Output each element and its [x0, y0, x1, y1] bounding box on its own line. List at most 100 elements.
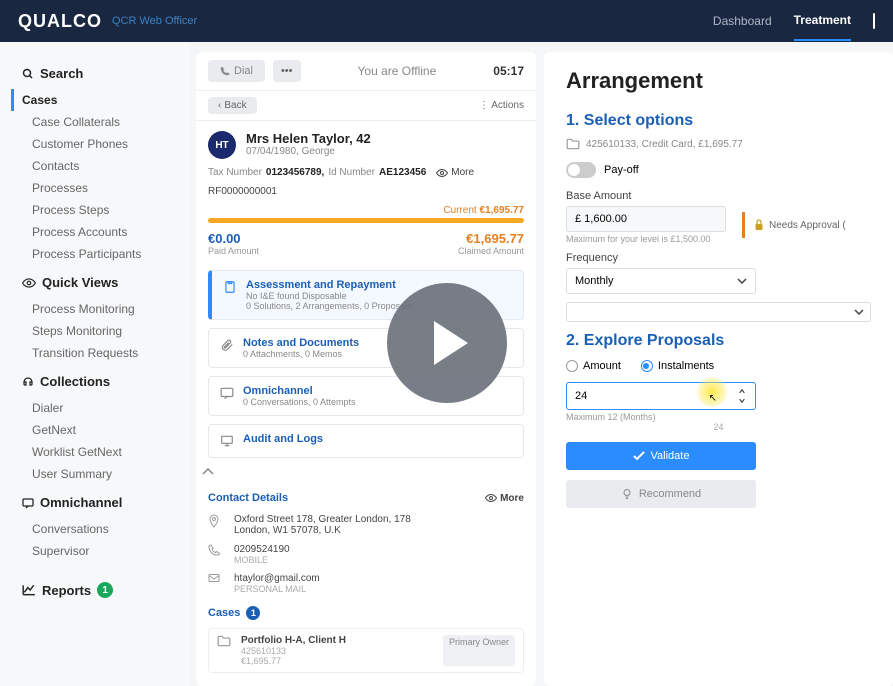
case-amount: €1,695.77	[241, 656, 346, 666]
tax-value: 0123456789,	[266, 167, 324, 178]
frequency-select[interactable]: Monthly	[566, 268, 756, 294]
nav-dashboard[interactable]: Dashboard	[713, 14, 772, 40]
search-head: Search	[22, 66, 180, 81]
phone-icon	[220, 66, 230, 76]
arrangement-panel: Arrangement 1. Select options 425610133,…	[544, 52, 893, 686]
video-play-overlay[interactable]	[387, 283, 507, 403]
dial-button[interactable]: Dial	[208, 60, 265, 82]
base-amount-hint: Maximum for your level is £1,500.00	[566, 234, 726, 244]
folder-icon	[217, 635, 233, 666]
radio-amount[interactable]: Amount	[566, 360, 621, 372]
more-menu-button[interactable]: •••	[273, 60, 301, 82]
brand-logo: QUALCO	[18, 11, 102, 32]
radio-instalments[interactable]: Instalments	[641, 360, 714, 372]
email-address: htaylor@gmail.com	[234, 573, 320, 584]
nav-treatment[interactable]: Treatment	[794, 13, 851, 41]
step2-title: 2. Explore Proposals	[566, 332, 871, 350]
sidebar-item-collaterals[interactable]: Case Collaterals	[22, 111, 180, 133]
chevron-down-icon	[854, 309, 864, 315]
eye-icon	[22, 278, 36, 288]
panel-title: Arrangement	[566, 68, 871, 94]
chevron-up-icon	[202, 468, 214, 476]
address-line1: Oxford Street 178, Greater London, 178	[234, 514, 411, 525]
eye-icon	[436, 169, 448, 177]
sidebar-item-steps-monitoring[interactable]: Steps Monitoring	[22, 320, 180, 342]
sidebar-item-worklist-getnext[interactable]: Worklist GetNext	[22, 441, 180, 463]
tax-label: Tax Number	[208, 167, 262, 178]
sidebar-item-dialer[interactable]: Dialer	[22, 397, 180, 419]
paperclip-icon	[219, 337, 235, 353]
sidebar-item-getnext[interactable]: GetNext	[22, 419, 180, 441]
lock-icon	[753, 218, 765, 232]
bulb-icon	[621, 488, 633, 500]
avatar: HT	[208, 131, 236, 159]
headset-icon	[22, 376, 34, 388]
sidebar-item-transition-requests[interactable]: Transition Requests	[22, 342, 180, 364]
cases-count-badge: 1	[246, 606, 260, 620]
more-button[interactable]: More	[436, 167, 474, 178]
top-nav: Dashboard Treatment	[713, 13, 875, 29]
sidebar-item-process-steps[interactable]: Process Steps	[22, 199, 180, 221]
sidebar-item-contacts[interactable]: Contacts	[22, 155, 180, 177]
instalments-input[interactable]: 24 ↖	[566, 382, 756, 410]
step1-title: 1. Select options	[566, 112, 871, 130]
contact-details-head: Contact Details	[208, 492, 288, 504]
customer-dob: 07/04/1980, George	[246, 146, 371, 157]
sidebar-item-phones[interactable]: Customer Phones	[22, 133, 180, 155]
top-bar: QUALCO QCR Web Officer Dashboard Treatme…	[0, 0, 893, 42]
sidebar-item-process-monitoring[interactable]: Process Monitoring	[22, 298, 180, 320]
chat-icon	[22, 497, 34, 509]
id-value: AE123456	[379, 167, 426, 178]
base-amount-input[interactable]	[566, 206, 726, 232]
collapse-toggle[interactable]	[196, 462, 536, 482]
claimed-amount: €1,695.77	[458, 231, 524, 246]
mail-icon	[208, 573, 224, 583]
base-amount-label: Base Amount	[566, 190, 871, 202]
reports-badge: 1	[97, 582, 113, 598]
case-role-tag: Primary Owner	[443, 635, 515, 666]
stepper-icon[interactable]	[737, 389, 747, 403]
cases-head: Cases	[208, 607, 240, 619]
sidebar-item-cases[interactable]: Cases	[11, 89, 180, 111]
sidebar: Search Cases Case Collaterals Customer P…	[0, 42, 190, 686]
case-row[interactable]: Portfolio H-A, Client H 425610133 €1,695…	[208, 628, 524, 673]
monitor-icon	[219, 433, 235, 449]
expand-section[interactable]	[566, 302, 871, 322]
collections-head: Collections	[22, 374, 180, 389]
frequency-label: Frequency	[566, 252, 871, 264]
status-offline: You are Offline	[309, 64, 486, 78]
actions-menu[interactable]: ⋮ Actions	[479, 100, 524, 111]
search-icon	[22, 68, 34, 80]
id-label: Id Number	[328, 167, 375, 178]
sidebar-item-user-summary[interactable]: User Summary	[22, 463, 180, 485]
phone-icon	[208, 544, 224, 556]
reports-link[interactable]: Reports 1	[22, 582, 180, 598]
payoff-toggle[interactable]	[566, 162, 596, 178]
chevron-down-icon	[737, 278, 747, 284]
chart-icon	[22, 584, 36, 596]
paid-amount: €0.00	[208, 231, 259, 246]
clipboard-icon	[222, 279, 238, 295]
eye-icon	[485, 494, 497, 502]
validate-button[interactable]: Validate	[566, 442, 756, 470]
case-id: 425610133	[241, 646, 346, 656]
case-title: Portfolio H-A, Client H	[241, 635, 346, 646]
contact-more-button[interactable]: More	[485, 492, 524, 504]
sidebar-item-process-accounts[interactable]: Process Accounts	[22, 221, 180, 243]
sidebar-item-supervisor[interactable]: Supervisor	[22, 540, 180, 562]
phone-number: 0209524190	[234, 544, 290, 555]
play-icon	[434, 321, 468, 365]
payoff-label: Pay-off	[604, 164, 639, 176]
reference-number: RF0000000001	[196, 182, 536, 205]
sidebar-item-processes[interactable]: Processes	[22, 177, 180, 199]
recommend-button[interactable]: Recommend	[566, 480, 756, 508]
approval-badge: Needs Approval (	[742, 212, 854, 238]
case-breadcrumb: 425610133, Credit Card, £1,695.77	[566, 138, 871, 150]
clock: 05:17	[493, 64, 524, 78]
back-button[interactable]: ‹ Back	[208, 97, 257, 114]
address-line2: London, W1 57078, U.K	[234, 525, 411, 536]
messages-icon[interactable]	[873, 14, 875, 28]
section-audit[interactable]: Audit and Logs	[208, 424, 524, 458]
sidebar-item-conversations[interactable]: Conversations	[22, 518, 180, 540]
sidebar-item-process-participants[interactable]: Process Participants	[22, 243, 180, 265]
